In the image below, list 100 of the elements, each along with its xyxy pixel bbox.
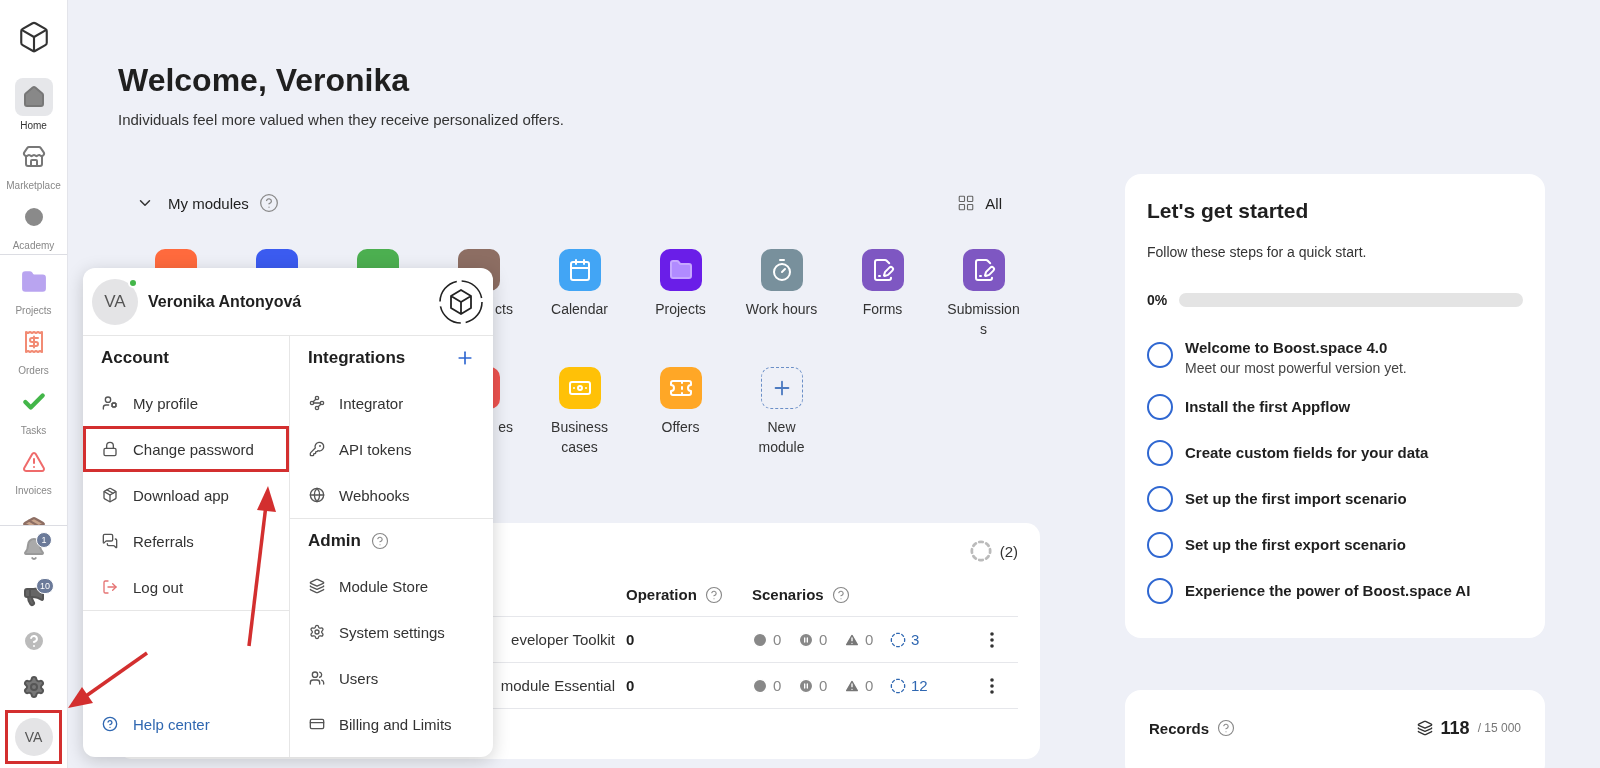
nav-item[interactable]: Tasks — [0, 379, 67, 439]
module-tile[interactable] — [558, 367, 601, 409]
count-badge: 10 — [36, 578, 54, 594]
step-title[interactable]: Set up the first export scenario — [1185, 535, 1406, 555]
warning-icon — [844, 631, 860, 648]
avatar-slot[interactable]: VA — [5, 710, 62, 764]
notifications-button[interactable]: 1 — [0, 526, 67, 572]
store-icon — [21, 144, 46, 169]
column-header: Scenarios — [752, 586, 824, 603]
all-modules-button[interactable]: All — [957, 194, 1002, 212]
avatar: VA — [92, 278, 138, 325]
more-button[interactable] — [990, 677, 994, 694]
help-center-link[interactable]: Help center — [83, 701, 289, 747]
key-icon — [309, 441, 325, 457]
more-button[interactable] — [990, 631, 994, 648]
module-label: Work hours — [744, 300, 819, 319]
running-count: 0 — [773, 631, 782, 648]
step-checkbox[interactable] — [1147, 532, 1173, 558]
layers-icon — [309, 578, 325, 594]
step-title[interactable]: Set up the first import scenario — [1185, 489, 1407, 509]
menu-item[interactable]: My profile — [83, 380, 289, 426]
total-count[interactable]: 12 — [911, 677, 928, 694]
bell-icon — [21, 537, 46, 561]
nav-item[interactable]: Projects — [0, 259, 67, 319]
lock-icon — [102, 441, 118, 457]
section-title: Admin — [308, 531, 361, 551]
column-header: Operation — [626, 586, 697, 603]
folder-icon — [20, 268, 47, 295]
usage-value: 118 — [1440, 717, 1470, 739]
menu-item[interactable]: Users — [290, 655, 493, 701]
menu-item[interactable]: API tokens — [290, 426, 493, 472]
folder-icon — [668, 258, 693, 282]
nav-item[interactable]: Orders — [0, 319, 67, 379]
nav-item[interactable]: Academy — [0, 194, 67, 254]
help-icon — [1217, 719, 1236, 737]
module-label: Business cases — [550, 418, 609, 457]
module-label: Projects — [654, 300, 707, 319]
module-label: Submissions — [946, 300, 1021, 339]
help-icon — [704, 585, 723, 604]
dashed-circle-icon — [890, 631, 906, 648]
menu-item[interactable]: Integrator — [290, 380, 493, 426]
menu-item[interactable]: Referrals — [83, 518, 289, 564]
announcements-button[interactable]: 10 — [0, 572, 67, 618]
nodes-icon — [309, 395, 325, 411]
globe-icon — [309, 487, 325, 503]
step-checkbox[interactable] — [1147, 578, 1173, 604]
avatar[interactable]: VA — [14, 718, 53, 756]
module-tile[interactable] — [558, 249, 601, 291]
settings-icon — [309, 624, 325, 640]
error-count: 0 — [865, 677, 874, 694]
menu-item[interactable]: Download app — [83, 472, 289, 518]
user-name: Veronika Antonyová — [148, 292, 302, 311]
step-checkbox[interactable] — [1147, 486, 1173, 512]
page-subtitle: Individuals feel more valued when they receive personalized offers. — [118, 111, 565, 129]
module-item[interactable]: New module — [731, 367, 832, 457]
usage-limit: / 15 000 — [1477, 721, 1521, 735]
switch-button[interactable] — [437, 277, 485, 326]
total-count[interactable]: 3 — [911, 631, 920, 648]
count-badge: 1 — [36, 532, 52, 548]
section-title: Integrations — [308, 348, 406, 368]
settings-icon — [21, 675, 46, 699]
spinner-icon — [969, 540, 992, 562]
grid-icon — [957, 194, 976, 212]
module-label: Calendar — [550, 300, 609, 319]
step-checkbox[interactable] — [1147, 440, 1173, 466]
card-icon — [309, 716, 325, 732]
module-tile[interactable] — [962, 249, 1005, 291]
menu-item[interactable]: Change password — [83, 426, 289, 472]
step-title[interactable]: Experience the power of Boost.space AI — [1185, 581, 1471, 601]
module-tile[interactable] — [861, 249, 904, 291]
module-label: cts — [495, 301, 513, 317]
step-title[interactable]: Welcome to Boost.space 4.0 — [1185, 338, 1407, 358]
menu-item[interactable]: Module Store — [290, 563, 493, 609]
step-checkbox[interactable] — [1147, 394, 1173, 420]
home-icon — [21, 84, 46, 109]
menu-item[interactable]: Log out — [83, 564, 289, 610]
step-description: Meet our most powerful version yet. — [1185, 359, 1407, 378]
running-count: 0 — [773, 677, 782, 694]
section-title: My modules — [168, 194, 249, 212]
kebab-icon — [990, 677, 994, 694]
pause-icon — [798, 631, 814, 648]
step-title[interactable]: Install the first Appflow — [1185, 397, 1351, 417]
module-tile[interactable] — [760, 249, 803, 291]
error-count: 0 — [865, 631, 874, 648]
nav-item[interactable]: Home — [0, 74, 67, 134]
nav-item[interactable]: Marketplace — [0, 134, 67, 194]
new-module-tile[interactable] — [760, 367, 803, 409]
help-icon — [102, 716, 118, 732]
menu-item[interactable]: System settings — [290, 609, 493, 655]
table-cell-text: 0 — [626, 631, 636, 648]
logout-icon — [102, 579, 118, 595]
menu-item[interactable]: Billing and Limits — [290, 701, 493, 747]
module-tile[interactable] — [659, 249, 702, 291]
table-cell: module Essential — [500, 676, 615, 694]
nav-item[interactable]: Invoices — [0, 439, 67, 499]
step-title[interactable]: Create custom fields for your data — [1185, 443, 1429, 463]
step-checkbox[interactable] — [1147, 342, 1173, 368]
menu-item[interactable]: Webhooks — [290, 472, 493, 518]
card-subtitle: Follow these steps for a quick start. — [1147, 244, 1368, 260]
module-tile[interactable] — [659, 367, 702, 409]
